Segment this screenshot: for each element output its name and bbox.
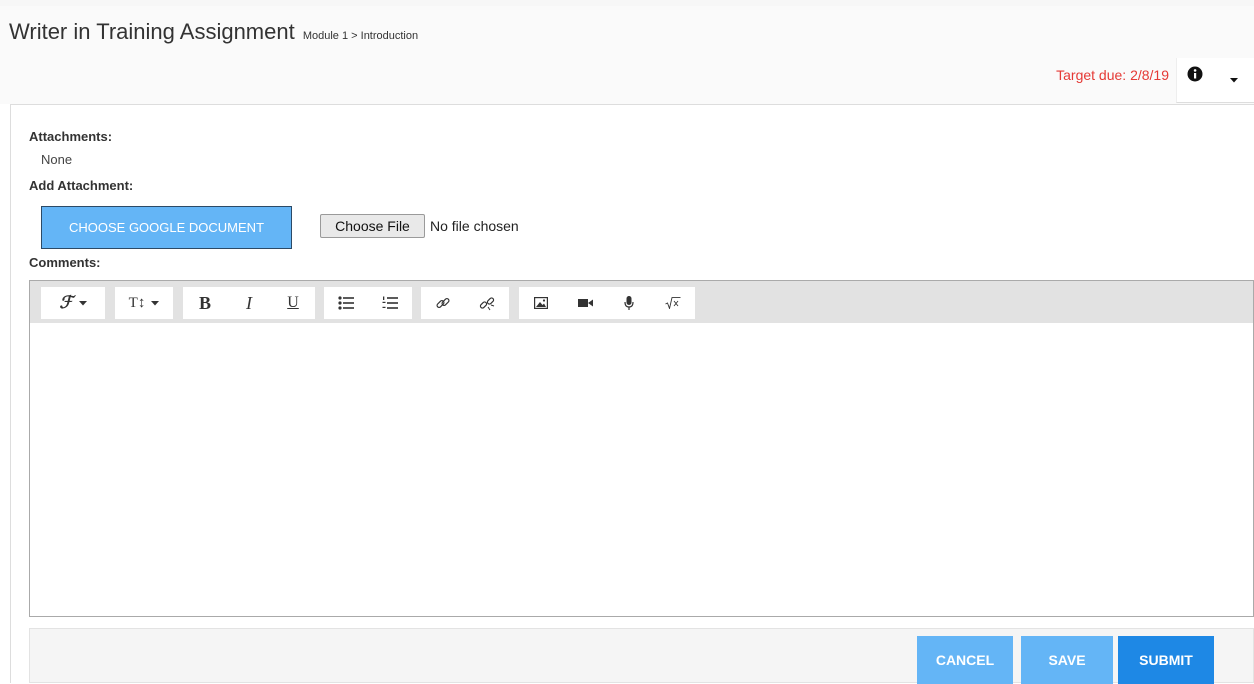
math-icon	[665, 297, 681, 309]
underline-icon: U	[287, 294, 299, 311]
caret-down-icon[interactable]	[1229, 72, 1239, 83]
font-size-icon: T↕	[128, 294, 146, 311]
save-button[interactable]: SAVE	[1021, 636, 1113, 684]
italic-button[interactable]: I	[227, 287, 271, 319]
choose-file-button[interactable]: Choose File	[320, 214, 425, 238]
italic-icon: I	[246, 292, 252, 313]
add-attachment-label: Add Attachment:	[29, 178, 134, 193]
numbered-list-icon	[382, 296, 398, 309]
submit-button[interactable]: SUBMIT	[1118, 636, 1214, 684]
caret-down-icon	[151, 301, 160, 306]
caret-down-icon	[78, 301, 87, 306]
image-button[interactable]	[519, 287, 563, 319]
unlink-button[interactable]	[465, 287, 509, 319]
font-family-button[interactable]: ℱ	[41, 287, 105, 319]
video-button[interactable]	[563, 287, 607, 319]
bulleted-list-icon	[338, 296, 354, 310]
breadcrumb[interactable]: Module 1 > Introduction	[303, 30, 418, 42]
unlink-icon	[479, 297, 495, 311]
microphone-icon	[624, 295, 634, 310]
page-header: Writer in Training Assignment Module 1 >…	[0, 6, 1254, 104]
link-icon	[436, 297, 450, 309]
editor-toolbar: ℱ T↕ B I U	[30, 281, 1253, 323]
math-button[interactable]	[651, 287, 695, 319]
image-icon	[534, 297, 548, 309]
video-icon	[577, 299, 593, 307]
bulleted-list-button[interactable]	[324, 287, 368, 319]
assignment-panel: Attachments: None Add Attachment: CHOOSE…	[10, 104, 1254, 684]
header-actions	[1176, 58, 1254, 103]
comments-label: Comments:	[29, 255, 101, 270]
font-family-icon: ℱ	[59, 293, 73, 312]
cancel-button[interactable]: CANCEL	[917, 636, 1013, 684]
choose-google-document-button[interactable]: CHOOSE GOOGLE DOCUMENT	[41, 206, 292, 249]
attachments-value: None	[41, 152, 73, 167]
font-size-button[interactable]: T↕	[115, 287, 173, 319]
numbered-list-button[interactable]	[368, 287, 412, 319]
action-bar: CANCEL SAVE SUBMIT	[29, 628, 1254, 684]
info-icon[interactable]	[1187, 66, 1203, 82]
bold-button[interactable]: B	[183, 287, 227, 319]
microphone-button[interactable]	[607, 287, 651, 319]
target-due-date: Target due: 2/8/19	[1056, 67, 1169, 83]
assignment-title: Writer in Training Assignment	[9, 19, 295, 44]
link-button[interactable]	[421, 287, 465, 319]
comments-editor: ℱ T↕ B I U	[29, 280, 1254, 617]
file-status: No file chosen	[430, 218, 519, 234]
bold-icon: B	[198, 292, 211, 313]
comments-textarea[interactable]	[30, 323, 1253, 616]
underline-button[interactable]: U	[271, 287, 315, 319]
attachments-label: Attachments:	[29, 129, 113, 144]
page-title: Writer in Training Assignment Module 1 >…	[9, 19, 418, 45]
